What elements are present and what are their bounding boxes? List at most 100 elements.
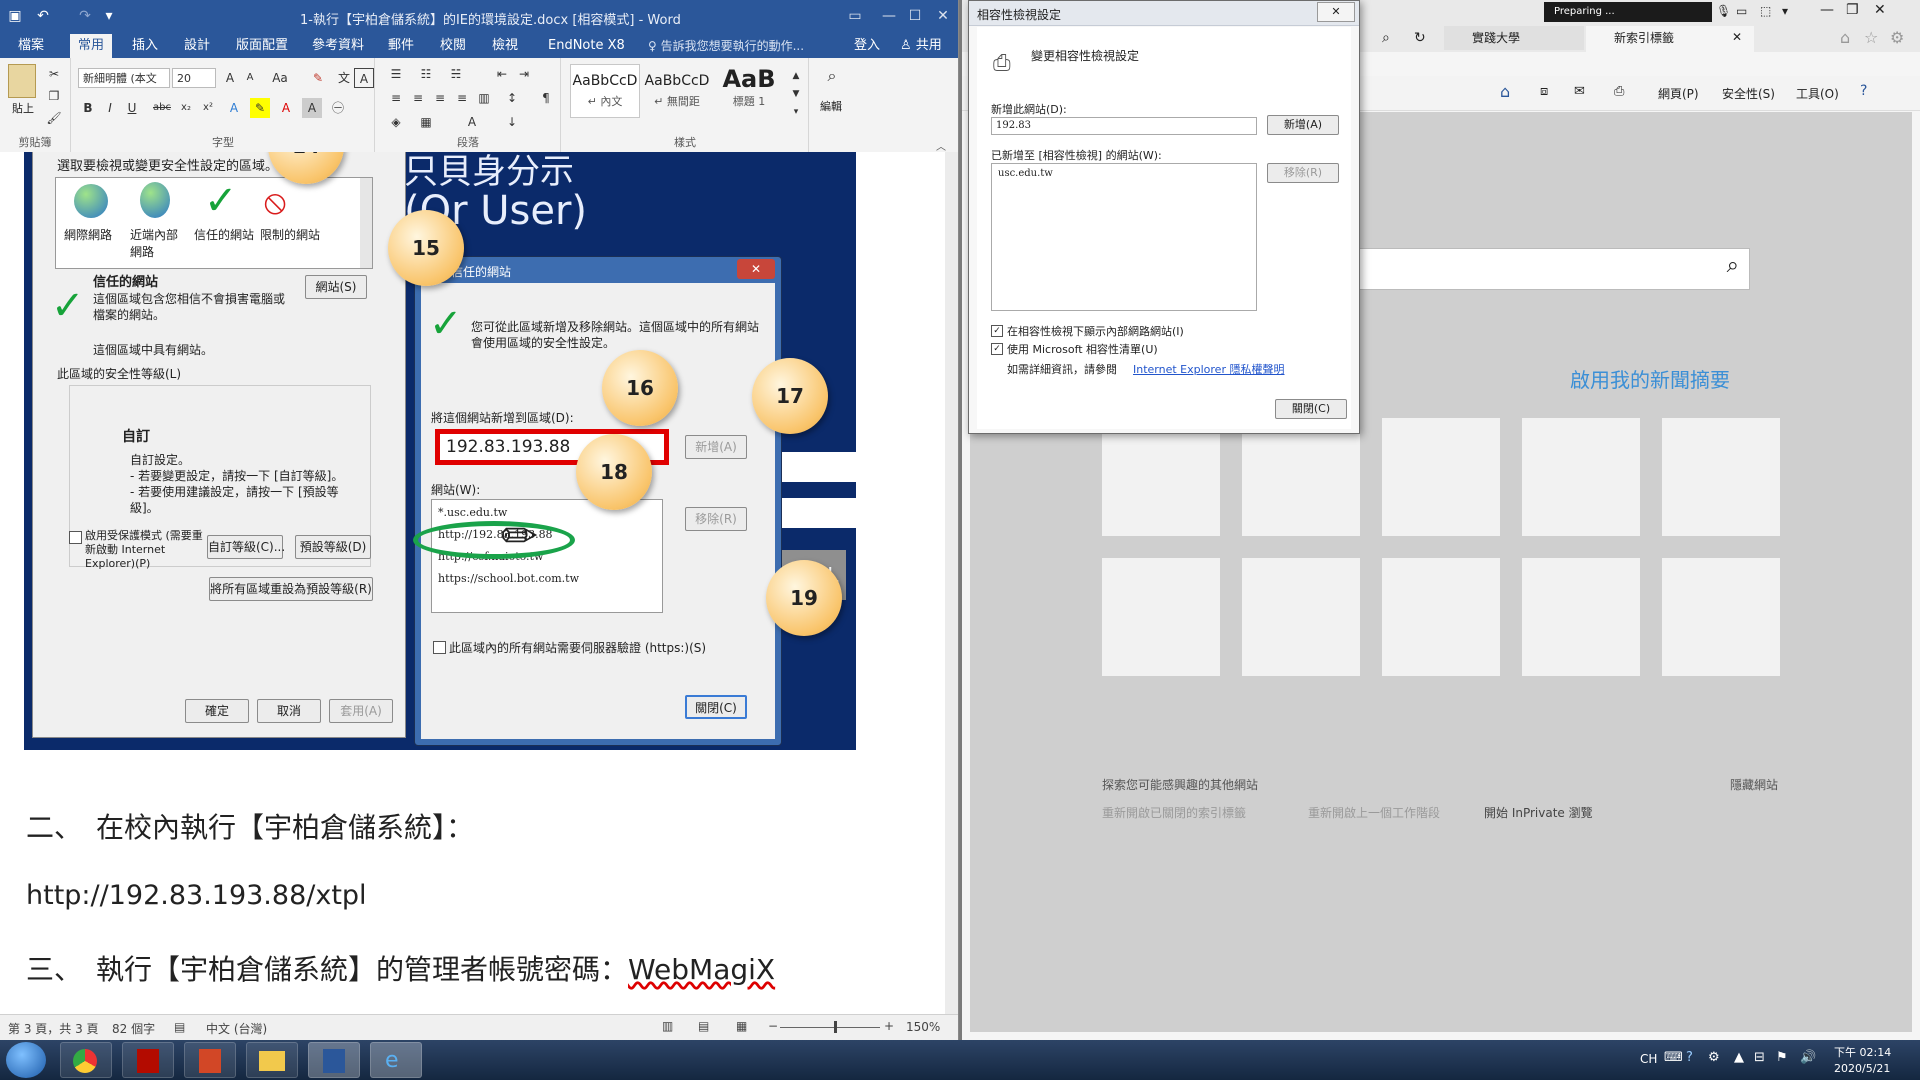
zone-scrollbar[interactable]: [360, 178, 372, 268]
tab-endnote[interactable]: EndNote X8: [540, 34, 633, 58]
custom-level-button[interactable]: 自訂等級(C)...: [207, 535, 285, 559]
site-tile[interactable]: [1382, 418, 1500, 536]
editing-button[interactable]: 編輯: [820, 98, 842, 114]
add-site-button[interactable]: 新增(A): [685, 435, 747, 459]
language[interactable]: 中文 (台灣): [206, 1020, 267, 1037]
zone-restricted[interactable]: 限制的網站: [260, 226, 320, 243]
ms-list-checkbox[interactable]: ✓: [991, 343, 1003, 355]
highlight-icon[interactable]: ✎: [250, 98, 270, 118]
font-color-icon[interactable]: A: [276, 98, 296, 118]
list-item[interactable]: *.usc.edu.tw: [438, 506, 507, 519]
customize-qat-icon[interactable]: ▾: [100, 7, 118, 25]
mail-icon[interactable]: ✉: [1574, 84, 1585, 99]
tell-me-box[interactable]: ♀ 告訴我您想要執行的動作...: [640, 34, 812, 58]
cut-icon[interactable]: ✂: [44, 64, 64, 84]
site-tile[interactable]: [1522, 418, 1640, 536]
checkmark-icon[interactable]: ✓: [204, 178, 238, 224]
tab-usc[interactable]: 實踐大學: [1444, 26, 1584, 50]
tab-home[interactable]: 常用: [70, 34, 113, 58]
protected-mode-checkbox[interactable]: [69, 531, 82, 544]
safety-menu[interactable]: 安全性(S): [1722, 85, 1775, 102]
style-no-spacing[interactable]: AaBbCcD ↵ 無間距: [642, 64, 712, 118]
zoom-thumb[interactable]: [834, 1021, 837, 1033]
hide-sites-link[interactable]: 隱藏網站: [1730, 776, 1778, 793]
site-tile[interactable]: [1242, 418, 1360, 536]
favorites-icon[interactable]: ☆: [1864, 28, 1878, 47]
reopen-session-link[interactable]: 重新開啟上一個工作階段: [1308, 804, 1440, 821]
zoom-out-icon[interactable]: −: [768, 1019, 778, 1033]
increase-indent-icon[interactable]: ⇥: [514, 64, 534, 84]
bold-icon[interactable]: B: [78, 98, 98, 118]
save-icon[interactable]: ▣: [6, 7, 24, 25]
ie-minimize-icon[interactable]: —: [1820, 2, 1834, 18]
print-icon[interactable]: ⎙: [1614, 84, 1624, 99]
site-tile[interactable]: [1102, 418, 1220, 536]
list-item[interactable]: https://school.bot.com.tw: [438, 572, 579, 585]
compat-close-button[interactable]: 關閉(C): [1275, 399, 1347, 419]
compat-close-icon[interactable]: ✕: [1317, 2, 1355, 22]
collapse-ribbon-icon[interactable]: ︿: [936, 138, 946, 153]
reset-all-zones-button[interactable]: 將所有區域重設為預設等級(R): [209, 577, 373, 601]
intranet-checkbox[interactable]: ✓: [991, 325, 1003, 337]
globe-icon[interactable]: [74, 184, 108, 218]
zoom-in-icon[interactable]: +: [884, 1019, 894, 1033]
screen-icon[interactable]: ⬚: [1760, 4, 1771, 18]
zoom-level[interactable]: 150%: [906, 1020, 940, 1034]
sign-in-link[interactable]: 登入: [846, 34, 888, 58]
styles-more-icon[interactable]: ▾: [786, 102, 806, 122]
news-feed-link[interactable]: 啟用我的新聞摘要: [1570, 364, 1730, 393]
site-tile[interactable]: [1102, 558, 1220, 676]
underline-icon[interactable]: U: [122, 98, 142, 118]
word-taskbar-icon[interactable]: [308, 1042, 360, 1078]
share-button[interactable]: ♙ 共用: [892, 34, 950, 58]
compat-site-list[interactable]: usc.edu.tw: [991, 163, 1257, 311]
font-size-combo[interactable]: 20: [172, 68, 216, 88]
clear-format-icon[interactable]: ✎: [308, 68, 328, 88]
https-checkbox[interactable]: [433, 641, 446, 654]
style-normal[interactable]: AaBbCcD ↵ 內文: [570, 64, 640, 118]
ok-button[interactable]: 確定: [185, 699, 249, 723]
inprivate-link[interactable]: 開始 InPrivate 瀏覽: [1484, 804, 1593, 821]
compat-add-input[interactable]: 192.83: [991, 117, 1257, 135]
zone-trusted[interactable]: 信任的網站: [194, 226, 254, 243]
shrink-font-icon[interactable]: A: [240, 68, 260, 88]
show-marks-icon[interactable]: ¶: [536, 88, 556, 108]
zone-intranet[interactable]: 近端內部網路: [130, 226, 184, 260]
proofing-icon[interactable]: ▤: [174, 1020, 185, 1034]
style-heading-1[interactable]: AaB 標題 1: [714, 64, 784, 118]
bullets-icon[interactable]: ☰: [386, 64, 406, 84]
superscript-icon[interactable]: x²: [198, 98, 218, 118]
settings-gear-icon[interactable]: ⚙: [1890, 28, 1904, 47]
site-tile[interactable]: [1382, 558, 1500, 676]
justify-icon[interactable]: ≡: [452, 88, 472, 108]
apply-button[interactable]: 套用(A): [329, 699, 393, 723]
grow-font-icon[interactable]: A: [220, 68, 240, 88]
read-mode-icon[interactable]: ▥: [662, 1019, 673, 1033]
italic-icon[interactable]: I: [100, 98, 120, 118]
borders-icon[interactable]: ▦: [416, 112, 436, 132]
undo-icon[interactable]: ↶: [34, 7, 52, 25]
site-input[interactable]: 192.83.193.88: [446, 437, 570, 457]
sort-icon[interactable]: ↓: [502, 112, 522, 132]
remove-site-button[interactable]: 移除(R): [685, 507, 747, 531]
tray-settings-icon[interactable]: ⚙: [1708, 1050, 1720, 1065]
char-border-icon[interactable]: A: [354, 68, 374, 88]
search-icon[interactable]: ⌕: [1382, 30, 1390, 46]
volume-icon[interactable]: 🔊: [1800, 1050, 1816, 1065]
compat-add-button[interactable]: 新增(A): [1267, 115, 1339, 135]
vertical-scrollbar[interactable]: [945, 152, 958, 1014]
cmd-home-icon[interactable]: ⌂: [1500, 82, 1510, 101]
help-tray-icon[interactable]: ?: [1686, 1050, 1693, 1065]
compat-remove-button[interactable]: 移除(R): [1267, 163, 1339, 183]
reopen-closed-tabs-link[interactable]: 重新開啟已關閉的索引標籤: [1102, 804, 1246, 821]
find-icon[interactable]: ⌕: [822, 66, 842, 86]
font-name-combo[interactable]: 新細明體 (本文: [78, 68, 170, 88]
tab-new[interactable]: 新索引標籤: [1586, 26, 1754, 52]
cancel-button[interactable]: 取消: [257, 699, 321, 723]
ie-restore-icon[interactable]: ❐: [1846, 2, 1859, 18]
copy-icon[interactable]: ❐: [44, 86, 64, 106]
format-painter-icon[interactable]: 🖌: [44, 108, 64, 128]
tab-layout[interactable]: 版面配置: [228, 34, 296, 58]
enclose-char-icon[interactable]: ㊀: [328, 98, 348, 118]
ie-close-icon[interactable]: ✕: [1874, 2, 1886, 18]
